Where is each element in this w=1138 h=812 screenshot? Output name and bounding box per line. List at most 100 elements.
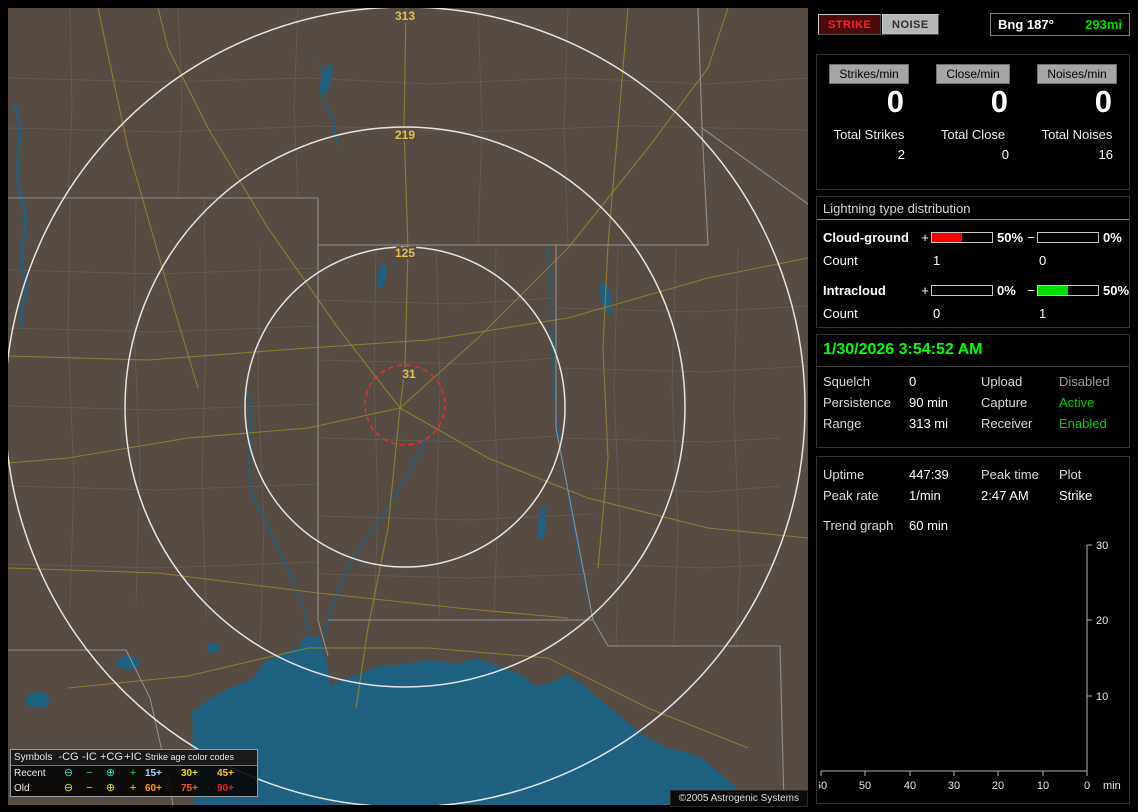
cg-negative-count: 0 — [1039, 252, 1047, 268]
bearing-label: Bng 187° — [998, 17, 1054, 32]
total-strikes-label: Total Strikes — [833, 127, 905, 142]
ic-negative-pct: 50% — [1103, 282, 1130, 298]
persistence-label: Persistence — [823, 395, 891, 410]
legend-recent-label: Recent — [14, 768, 46, 779]
plus-sign: + — [921, 282, 929, 298]
ic-negative-bar — [1037, 284, 1099, 296]
x-tick-10: 10 — [1037, 780, 1049, 792]
neg-ic-recent-icon: − — [86, 767, 93, 779]
neg-cg-recent-icon: ⊖ — [63, 767, 74, 779]
plot-label: Plot — [1059, 467, 1082, 482]
noises-per-min-chip: Noises/min — [1037, 64, 1117, 84]
cg-positive-count: 1 — [933, 252, 941, 268]
legend-col-pos-cg: +CG — [100, 751, 123, 763]
pos-cg-recent-icon: ⊕ — [105, 767, 116, 779]
total-noises-value: 16 — [1098, 147, 1113, 162]
peak-rate-value: 1/min — [909, 488, 941, 503]
plus-sign: + — [921, 229, 929, 245]
squelch-label: Squelch — [823, 374, 870, 389]
ic-negative-fill — [1038, 285, 1068, 295]
legend-row-old: Old ⊖ − ⊕ + 60+ 75+ 90+ — [11, 781, 257, 796]
lightning-map[interactable]: 313 219 125 31 Symbols -CG -IC +CG +IC S… — [8, 8, 808, 807]
bearing-display: Bng 187° 293mi — [990, 13, 1130, 36]
upload-label: Upload — [981, 374, 1023, 389]
total-close-label: Total Close — [940, 127, 1006, 142]
counters-section: Strikes/min 0 Total Strikes 2 Close/min … — [816, 54, 1130, 190]
nexstorm-app: 313 219 125 31 Symbols -CG -IC +CG +IC S… — [0, 0, 1138, 812]
uptime-label: Uptime — [823, 467, 865, 482]
y-tick-30: 30 — [1096, 540, 1108, 552]
receiver-label: Receiver — [981, 416, 1033, 431]
trend-graph-value: 60 min — [909, 518, 949, 533]
upload-value: Disabled — [1059, 374, 1110, 389]
ic-negative-count: 1 — [1039, 305, 1047, 321]
bearing-distance: 293mi — [1085, 17, 1122, 32]
ring-label-313: 313 — [395, 9, 415, 23]
uptime-value: 447:39 — [909, 467, 949, 482]
y-tick-20: 20 — [1096, 615, 1108, 627]
close-per-min-chip: Close/min — [936, 64, 1010, 84]
strikes-column: Strikes/min 0 Total Strikes 2 — [817, 55, 921, 189]
trend-chart: 30 20 10 60 50 40 30 20 10 0 min — [819, 540, 1121, 792]
age-15: 15+ — [145, 768, 162, 779]
x-tick-0: 0 — [1084, 780, 1090, 792]
stats-row-1: Uptime 447:39 Peak time Plot — [817, 457, 1129, 485]
status-timestamp: 1/30/2026 3:54:52 AM — [817, 335, 1129, 367]
noises-column: Noises/min 0 Total Noises 16 — [1025, 55, 1129, 189]
count-label: Count — [823, 305, 858, 321]
strike-button[interactable]: STRIKE — [818, 14, 882, 35]
trend-graph-label: Trend graph — [823, 518, 894, 533]
capture-value: Active — [1059, 395, 1095, 410]
cg-negative-bar — [1037, 231, 1099, 243]
noises-per-min-value: 0 — [1094, 84, 1112, 119]
intracloud-label: Intracloud — [823, 282, 886, 298]
ring-label-219: 219 — [395, 128, 415, 142]
intracloud-count-row: Count 0 1 — [817, 302, 1129, 324]
distribution-section: Lightning type distribution Cloud-ground… — [816, 196, 1130, 328]
capture-label: Capture — [981, 395, 1028, 410]
panel-topbar: STRIKE NOISE Bng 187° 293mi — [816, 12, 1130, 40]
stats-row-2: Peak rate 1/min 2:47 AM Strike — [817, 485, 1129, 506]
pos-cg-old-icon: ⊕ — [105, 782, 116, 794]
status-row-persistence: Persistence 90 min Capture Active — [817, 392, 1129, 413]
range-value: 313 mi — [909, 416, 949, 431]
ic-positive-count: 0 — [933, 305, 941, 321]
map-legend: Symbols -CG -IC +CG +IC Strike age color… — [10, 749, 258, 797]
cg-negative-pct: 0% — [1103, 229, 1122, 245]
intracloud-row: Intracloud + 0% − 50% — [817, 278, 1129, 302]
neg-cg-old-icon: ⊖ — [63, 782, 74, 794]
legend-col-neg-ic: -IC — [82, 751, 97, 763]
trend-row: Trend graph 60 min — [817, 515, 1129, 536]
noise-button[interactable]: NOISE — [882, 14, 939, 35]
close-column: Close/min 0 Total Close 0 — [921, 55, 1025, 189]
count-label: Count — [823, 252, 858, 268]
stats-section: Uptime 447:39 Peak time Plot Peak rate 1… — [816, 456, 1130, 804]
age-45: 45+ — [217, 768, 234, 779]
x-tick-40: 40 — [904, 780, 916, 792]
y-tick-10: 10 — [1096, 691, 1108, 703]
legend-row-recent: Recent ⊖ − ⊕ + 15+ 30+ 45+ — [11, 766, 257, 781]
x-tick-20: 20 — [992, 780, 1004, 792]
ic-positive-pct: 0% — [997, 282, 1016, 298]
legend-age-header: Strike age color codes — [145, 752, 235, 762]
ic-positive-bar — [931, 284, 993, 296]
status-row-squelch: Squelch 0 Upload Disabled — [817, 371, 1129, 392]
persistence-value: 90 min — [909, 395, 949, 410]
plot-value: Strike — [1059, 488, 1093, 503]
trend-axes — [820, 544, 1092, 776]
legend-header: Symbols -CG -IC +CG +IC Strike age color… — [11, 750, 257, 766]
x-tick-60: 60 — [819, 780, 827, 792]
x-tick-30: 30 — [948, 780, 960, 792]
x-unit-label: min — [1103, 780, 1121, 792]
map-canvas: 313 219 125 31 — [8, 8, 808, 805]
status-section: 1/30/2026 3:54:52 AM Squelch 0 Upload Di… — [816, 334, 1130, 448]
strikes-per-min-chip: Strikes/min — [829, 64, 909, 84]
age-30: 30+ — [181, 768, 198, 779]
legend-col-neg-cg: -CG — [58, 751, 79, 763]
trend-tick-labels: 30 20 10 60 50 40 30 20 10 0 min — [819, 540, 1121, 792]
cg-positive-pct: 50% — [997, 229, 1024, 245]
minus-sign: − — [1027, 282, 1035, 298]
total-strikes-value: 2 — [897, 147, 905, 162]
ring-label-125: 125 — [395, 246, 415, 260]
pos-ic-recent-icon: + — [129, 767, 137, 779]
